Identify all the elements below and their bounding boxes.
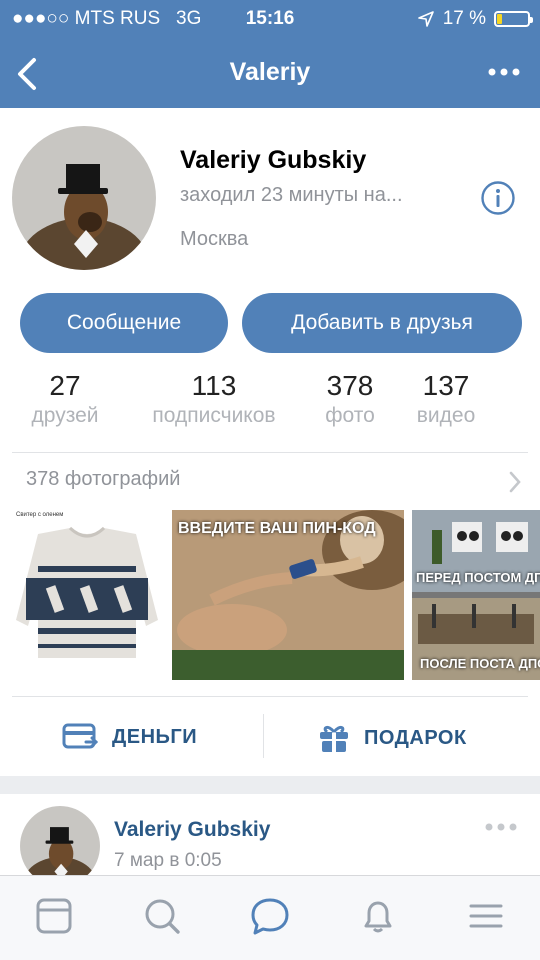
wall-post: Valeriy Gubskiy 7 мар в 0:05	[0, 794, 540, 886]
post-avatar[interactable]	[20, 806, 100, 886]
notifications-bell-icon[interactable]	[358, 896, 398, 936]
counters: 27 друзей 113 подписчиков 378 фото 137 в…	[0, 370, 540, 440]
nav-bar: Valeriy	[0, 44, 540, 102]
action-bar: ДЕНЬГИ ПОДАРОК	[0, 708, 540, 768]
news-icon[interactable]	[34, 896, 74, 936]
divider	[12, 696, 528, 697]
profile-name: Valeriy Gubskiy	[180, 146, 367, 174]
avatar[interactable]	[12, 126, 156, 270]
info-icon[interactable]	[480, 180, 516, 216]
counter-value: 137	[422, 370, 470, 401]
photo-strip: Свитер с оленем ВВЕДИТЕ ВАШ ПИН-КОД ПЕРЕ…	[0, 510, 540, 680]
battery-percent: 17 %	[442, 8, 486, 29]
message-button[interactable]: Сообщение	[20, 293, 228, 353]
meme-text: ВВЕДИТЕ ВАШ ПИН-КОД	[178, 520, 376, 537]
photos-header[interactable]: 378 фотографий	[26, 468, 180, 491]
status-right: 17 %	[417, 8, 533, 30]
search-icon[interactable]	[142, 896, 182, 936]
gift-icon	[320, 725, 348, 752]
profile-city: Москва	[180, 228, 249, 250]
menu-icon[interactable]	[466, 896, 506, 936]
status-bar: ●●●○○ MTS RUS 3G 15:16 17 %	[0, 6, 540, 34]
photo-thumb-meme[interactable]: ВВЕДИТЕ ВАШ ПИН-КОД	[172, 510, 404, 680]
counter-label: друзей	[31, 404, 99, 427]
messages-icon[interactable]	[250, 896, 290, 936]
counter-videos[interactable]: 137 видео	[404, 370, 488, 428]
money-button[interactable]: ДЕНЬГИ	[62, 722, 197, 752]
divider	[263, 714, 264, 758]
last-seen-status: заходил 23 минуты на...	[180, 184, 403, 206]
photo-thumb-dps[interactable]: ПЕРЕД ПОСТОМ ДПС ПОСЛЕ ПОСТА ДПС	[412, 510, 540, 680]
counter-value: 27	[49, 370, 81, 401]
counter-label: подписчиков	[152, 404, 276, 427]
money-label: ДЕНЬГИ	[112, 725, 198, 748]
dps-before-text: ПЕРЕД ПОСТОМ ДПС	[416, 570, 540, 585]
counter-value: 113	[191, 370, 237, 401]
counter-followers[interactable]: 113 подписчиков	[136, 370, 292, 428]
gift-button[interactable]: ПОДАРОК	[318, 722, 467, 754]
add-friend-button[interactable]: Добавить в друзья	[242, 293, 522, 353]
post-more-icon[interactable]	[484, 822, 518, 832]
more-options-icon[interactable]	[486, 58, 522, 88]
counter-value: 378	[326, 370, 374, 401]
sweater-caption: Свитер с оленем	[16, 512, 64, 518]
money-card-icon	[62, 723, 98, 749]
gift-label: ПОДАРОК	[364, 726, 467, 749]
divider	[12, 452, 528, 453]
battery-fill	[497, 14, 502, 24]
counter-label: видео	[416, 404, 476, 427]
chevron-right-icon[interactable]	[508, 470, 522, 494]
post-author[interactable]: Valeriy Gubskiy	[114, 818, 270, 842]
photo-thumb-sweater[interactable]: Свитер с оленем	[8, 510, 166, 680]
battery-icon	[494, 11, 533, 27]
counter-label: фото	[325, 404, 375, 427]
profile-card: Valeriy Gubskiy заходил 23 минуты на... …	[0, 108, 540, 776]
header: ●●●○○ MTS RUS 3G 15:16 17 % Valeriy	[0, 0, 540, 108]
location-arrow-icon	[417, 11, 434, 27]
page-title: Valeriy	[229, 58, 311, 86]
counter-friends[interactable]: 27 друзей	[22, 370, 108, 428]
dps-after-text: ПОСЛЕ ПОСТА ДПС	[420, 656, 540, 671]
tab-bar	[0, 875, 540, 960]
post-date: 7 мар в 0:05	[114, 850, 222, 871]
counter-photos[interactable]: 378 фото	[310, 370, 390, 428]
